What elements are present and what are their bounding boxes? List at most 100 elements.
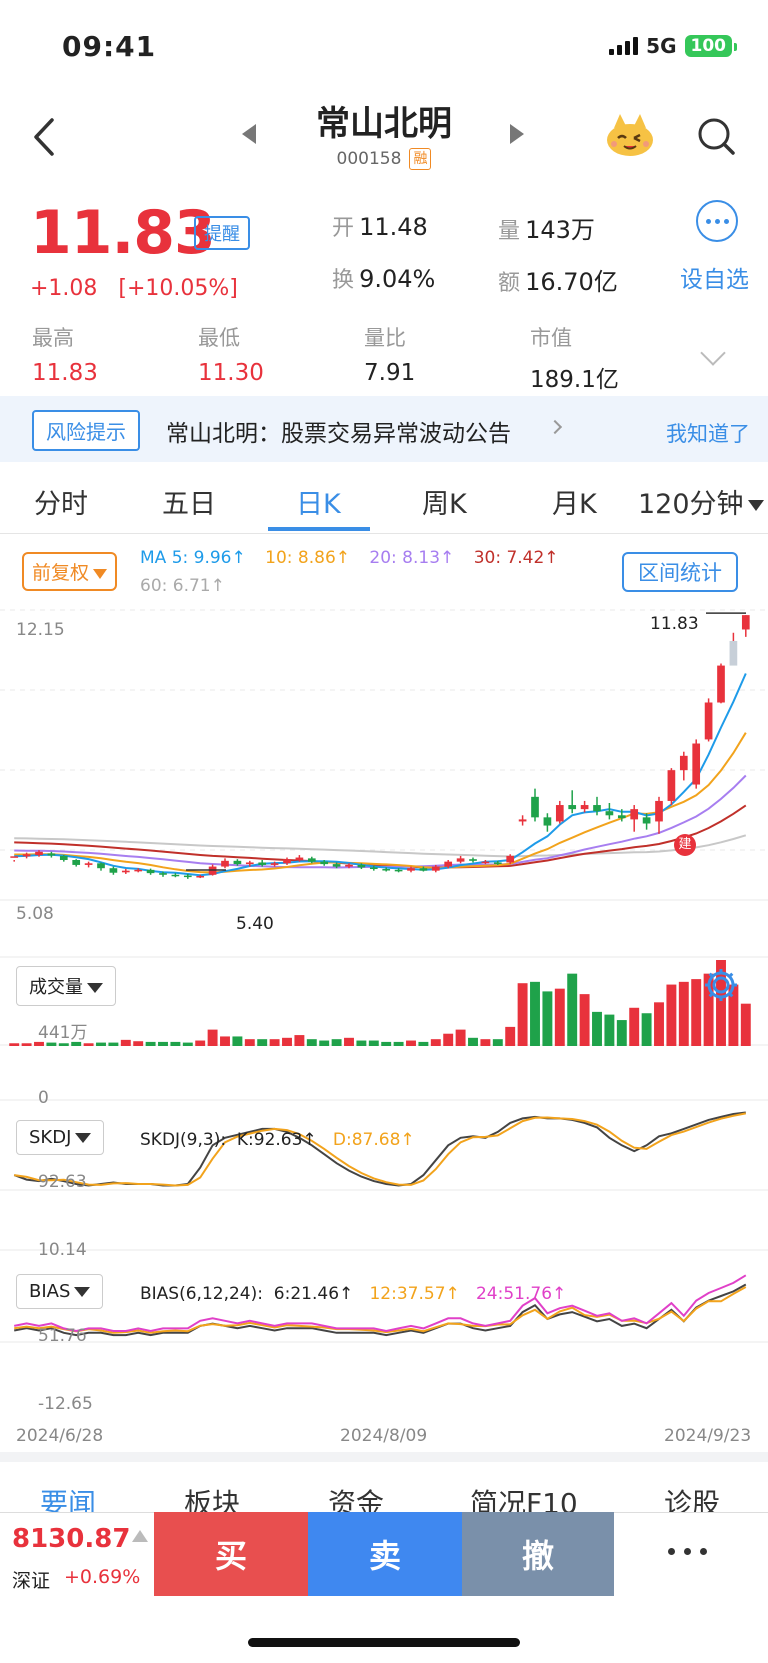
tab-day-k[interactable]: 日K (296, 482, 341, 521)
volume-max-label: 441万 (38, 1023, 88, 1043)
dropdown-icon (87, 983, 103, 993)
candle-body (10, 856, 19, 858)
volume-bar (480, 1039, 491, 1046)
candle-body (72, 860, 81, 865)
candle-body (109, 868, 118, 873)
candle-body (642, 817, 651, 824)
period-tabs: 分时 五日 日K 周K 月K 120分钟 (0, 468, 768, 534)
turnover-row: 换 9.04% (332, 262, 435, 294)
ma5-value: MA 5: 9.96↑ (140, 548, 246, 568)
bias-select-label: BIAS (29, 1281, 71, 1302)
candle-body (159, 873, 167, 875)
candle-body (667, 770, 676, 801)
risk-text[interactable]: 常山北明：股票交易异常波动公告 (166, 414, 511, 448)
volume-select[interactable]: 成交量 (16, 966, 116, 1006)
bias-select[interactable]: BIAS (16, 1274, 104, 1309)
kline-chart[interactable] (0, 600, 768, 1450)
sell-button[interactable]: 卖 (308, 1512, 462, 1596)
dismiss-button[interactable]: 我知道了 (666, 418, 750, 448)
build-marker: 建 (674, 834, 696, 856)
volume-bar (492, 1039, 503, 1046)
expand-chevron-icon[interactable] (700, 340, 726, 366)
adjust-label: 前复权 (32, 562, 90, 584)
remind-button[interactable]: 提醒 (194, 216, 250, 250)
ma60-value: 60: 6.71↑ (140, 576, 225, 596)
candle-body (419, 868, 428, 871)
candle-body (59, 855, 68, 861)
turnover-label: 换 (332, 268, 355, 293)
more-icon[interactable] (696, 200, 738, 242)
tab-five-day[interactable]: 五日 (162, 482, 216, 521)
candle-body (605, 811, 614, 816)
volume-bar (195, 1040, 206, 1046)
skdj-y-low: 10.14 (38, 1240, 87, 1260)
open-label: 开 (332, 216, 355, 241)
mascot-icon[interactable] (604, 110, 656, 158)
more-icon[interactable] (668, 1548, 707, 1555)
date-start: 2024/6/28 (16, 1426, 104, 1446)
ma-legend: MA 5: 9.96↑ 10: 8.86↑ 20: 8.13↑ 30: 7.42… (140, 548, 573, 568)
volume-bar (641, 1013, 652, 1046)
status-indicators: 5G 100 (609, 34, 737, 58)
network-type: 5G (646, 34, 677, 58)
volume-bar (269, 1039, 280, 1046)
tab-news[interactable]: 要闻 (40, 1482, 96, 1516)
dropdown-icon (74, 1287, 91, 1297)
high-label: 最高 (32, 326, 74, 350)
ma30-value: 30: 7.42↑ (473, 548, 559, 568)
tab-fenshi[interactable]: 分时 (34, 482, 88, 521)
tab-month-k[interactable]: 月K (552, 482, 597, 521)
adjust-select[interactable]: 前复权 (22, 552, 118, 591)
bias-y-low: -12.65 (38, 1394, 93, 1414)
skdj-select[interactable]: SKDJ (16, 1120, 105, 1155)
index-up-icon (132, 1530, 148, 1542)
section-divider (0, 1452, 768, 1462)
candle-body (481, 861, 490, 864)
low-value: 11.30 (198, 360, 264, 386)
volume-bar (207, 1029, 218, 1046)
candle-body (295, 857, 304, 861)
index-name: 深证 (12, 1570, 51, 1592)
tab-week-k[interactable]: 周K (422, 482, 467, 521)
bias-y-high: 51.76 (38, 1326, 87, 1346)
gear-icon[interactable] (702, 966, 740, 1004)
bias-24: 24:51.76↑ (475, 1284, 567, 1304)
volume-bar (554, 988, 565, 1046)
add-watchlist-button[interactable]: 设自选 (680, 260, 749, 294)
index-value[interactable]: 8130.87 (12, 1524, 130, 1554)
volume-bar (294, 1035, 305, 1046)
date-mid: 2024/8/09 (340, 1426, 428, 1446)
candle-body (456, 858, 465, 862)
tab-sector[interactable]: 板块 (184, 1482, 240, 1516)
candle-body (444, 861, 453, 867)
volume-bar (133, 1041, 144, 1046)
ma5-line (14, 673, 747, 877)
volume-bar (368, 1040, 379, 1046)
search-icon[interactable] (696, 116, 736, 156)
volume-bar (406, 1040, 416, 1046)
index-pct: +0.69% (64, 1566, 141, 1588)
candle-body (357, 864, 366, 868)
bias-values: BIAS(6,12,24): 6:21.46↑ 12:37.57↑ 24:51.… (140, 1284, 566, 1304)
volume-bar (654, 1002, 664, 1046)
volume-bar (170, 1041, 181, 1046)
price-change: +1.08 [+10.05%] (30, 276, 238, 301)
buy-button[interactable]: 买 (154, 1512, 308, 1596)
range-stats-button[interactable]: 区间统计 (622, 552, 738, 592)
candle-body (655, 800, 663, 822)
candle-body (146, 869, 155, 874)
mkt-cap-value: 189.1亿 (530, 367, 619, 393)
candle-body (431, 866, 440, 871)
candle-body (394, 869, 403, 872)
margin-tag: 融 (409, 148, 432, 170)
volume-bar (505, 1026, 516, 1046)
tab-funds[interactable]: 资金 (328, 1482, 384, 1516)
volume-bar (604, 1014, 615, 1046)
tab-120min[interactable]: 120分钟 (638, 482, 764, 521)
candle-body (630, 809, 639, 820)
tab-diagnose[interactable]: 诊股 (664, 1482, 720, 1516)
candle-body (469, 859, 477, 861)
cancel-button[interactable]: 撤 (462, 1512, 614, 1596)
tab-120min-label: 120分钟 (638, 489, 744, 520)
tab-f10[interactable]: 简况F10 (470, 1482, 578, 1516)
